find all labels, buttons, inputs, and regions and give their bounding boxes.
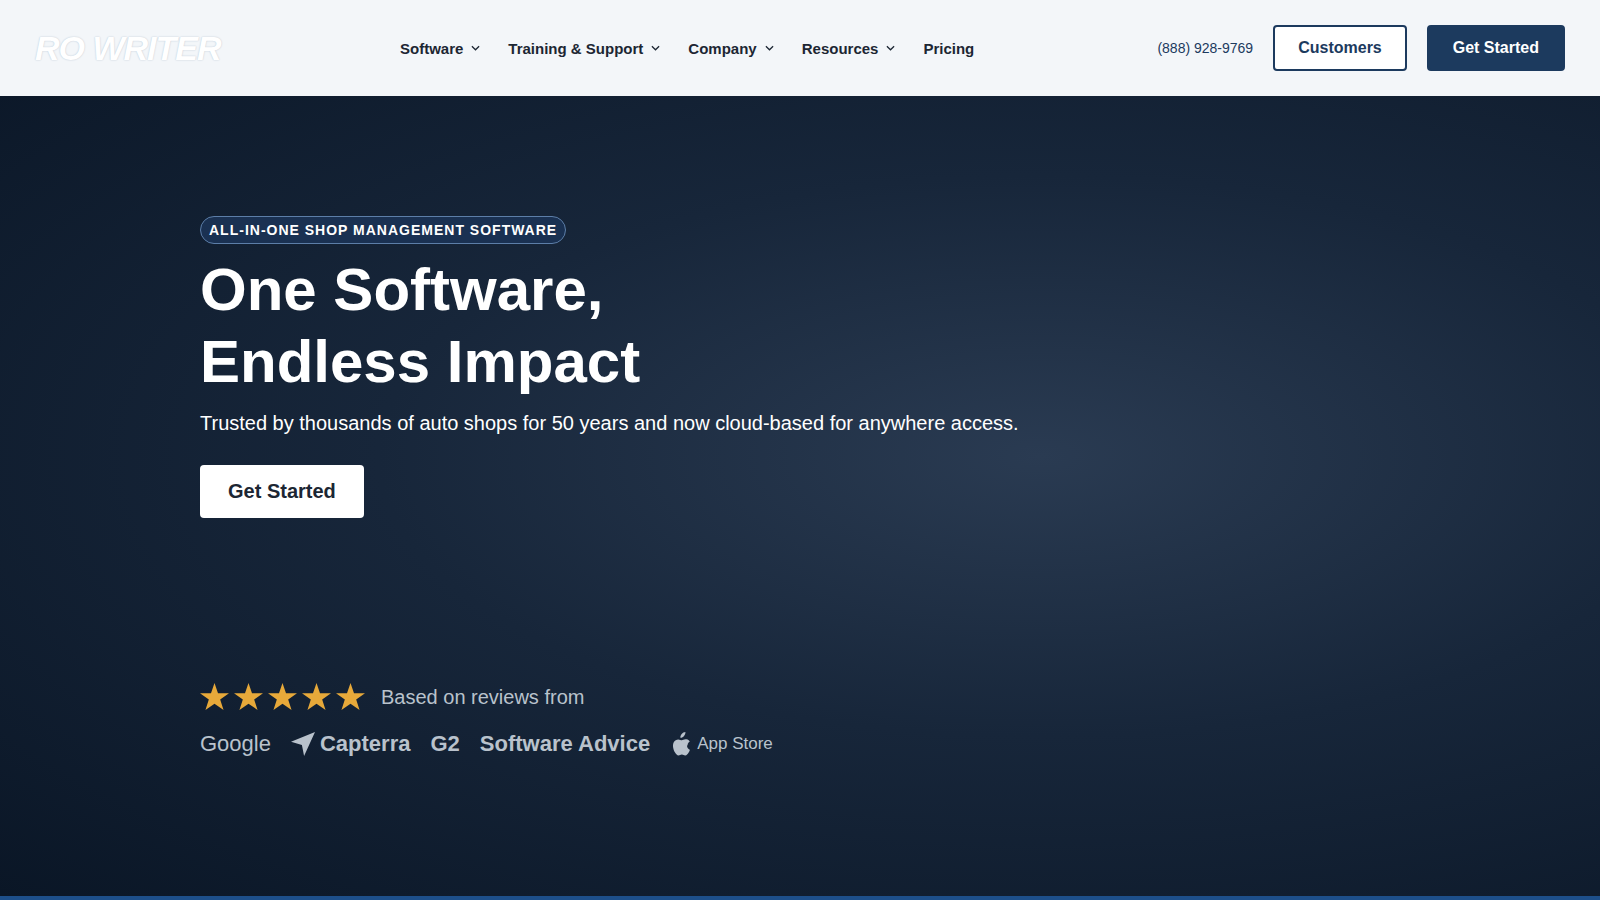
hero-section: ALL-IN-ONE SHOP MANAGEMENT SOFTWARE One S… xyxy=(0,96,1600,900)
apple-icon xyxy=(670,732,692,756)
nav-label[interactable]: Software xyxy=(400,40,463,57)
site-header: RO WRITER Software Training & Support Compa… xyxy=(0,0,1600,96)
review-source-logo: G2 xyxy=(430,731,459,757)
star-icon xyxy=(302,683,331,711)
logo[interactable]: RO WRITER xyxy=(35,29,400,68)
capterra-arrow-icon xyxy=(291,732,315,756)
phone-number[interactable]: (888) 928-9769 xyxy=(1157,40,1253,56)
hero-subtitle: Trusted by thousands of auto shops for 5… xyxy=(200,412,1600,435)
customers-button[interactable]: Customers xyxy=(1273,25,1407,71)
chevron-down-icon xyxy=(651,45,660,51)
hero-headline: One Software,Endless Impact xyxy=(200,254,1600,398)
review-source-logo: App Store xyxy=(670,732,773,756)
stars-row: Based on reviews from xyxy=(200,683,1600,711)
review-sources: Google Capterra G2 Software Advice App Store xyxy=(200,731,1600,757)
main-nav: Software Training & Support Company Resourc… xyxy=(400,40,974,57)
get-started-button[interactable]: Get Started xyxy=(1427,25,1565,71)
hero-get-started-button[interactable]: Get Started xyxy=(200,465,364,518)
nav-label[interactable]: Pricing xyxy=(923,40,974,57)
header-actions: (888) 928-9769 Customers Get Started xyxy=(1157,25,1565,71)
chevron-down-icon xyxy=(765,45,774,51)
star-icon xyxy=(268,683,297,711)
chevron-down-icon xyxy=(886,45,895,51)
review-source-logo: Capterra xyxy=(291,731,410,757)
nav-item[interactable]: Software xyxy=(400,40,480,57)
nav-item[interactable]: Company xyxy=(688,40,773,57)
nav-label[interactable]: Training & Support xyxy=(508,40,643,57)
nav-item[interactable]: Training & Support xyxy=(508,40,660,57)
nav-item[interactable]: Pricing xyxy=(923,40,974,57)
cta-wrap: Get Started xyxy=(200,435,1600,518)
headline-line: One Software, xyxy=(200,254,1600,326)
review-source-logo: Software Advice xyxy=(480,731,650,757)
nav-item[interactable]: Resources xyxy=(802,40,896,57)
review-source-logo: Google xyxy=(200,731,271,757)
star-icon xyxy=(336,683,365,711)
nav-label[interactable]: Resources xyxy=(802,40,879,57)
review-source-name: Google xyxy=(200,731,271,757)
nav-label[interactable]: Company xyxy=(688,40,756,57)
star-icon xyxy=(200,683,229,711)
hero-badge: ALL-IN-ONE SHOP MANAGEMENT SOFTWARE xyxy=(200,216,566,244)
logo-text[interactable]: RO WRITER xyxy=(35,29,221,68)
review-source-name: G2 xyxy=(430,731,459,757)
rating-stars xyxy=(200,683,365,711)
headline-line: Endless Impact xyxy=(200,326,1600,398)
reviews: Based on reviews from Google Capterra G2 Sof… xyxy=(200,683,1600,757)
review-source-name: App Store xyxy=(697,734,773,754)
review-source-name: Software Advice xyxy=(480,731,650,757)
review-source-name: Capterra xyxy=(320,731,410,757)
reviews-label: Based on reviews from xyxy=(381,686,584,709)
star-icon xyxy=(234,683,263,711)
chevron-down-icon xyxy=(471,45,480,51)
